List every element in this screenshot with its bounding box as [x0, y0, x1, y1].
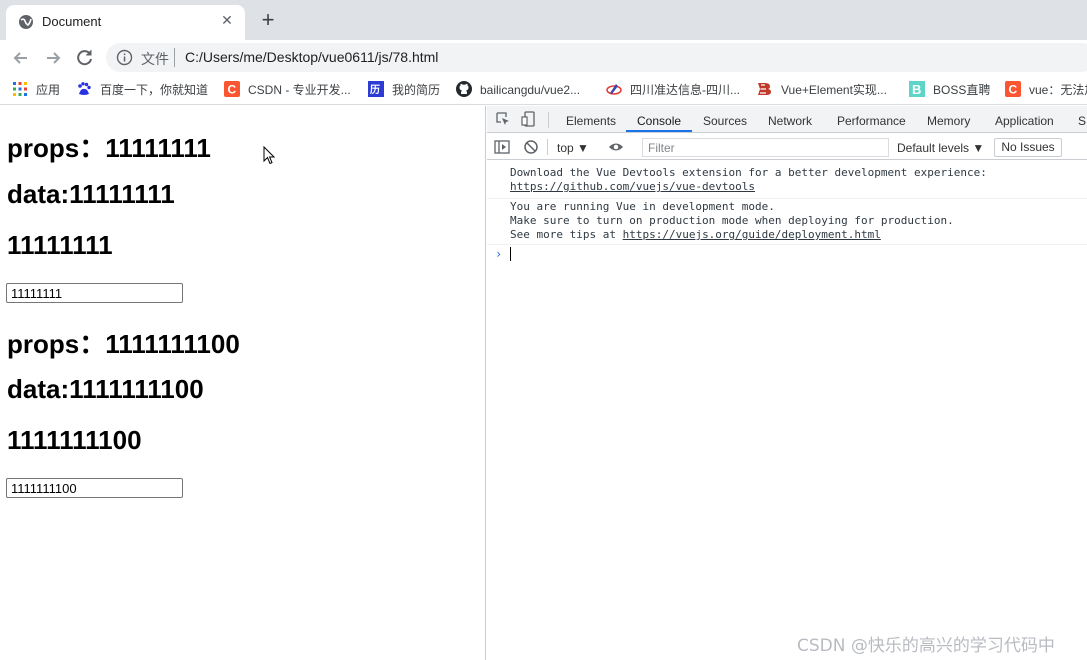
zhunda-icon	[606, 84, 622, 95]
message-text: Make sure to turn on production mode whe…	[510, 214, 954, 227]
issues-button[interactable]: No Issues	[994, 138, 1062, 157]
message-text: See more tips at https://vuejs.org/guide…	[510, 228, 881, 241]
svg-text:C: C	[228, 83, 237, 97]
tab-application[interactable]: Application	[995, 114, 1054, 128]
csdn-c-icon: C	[1005, 81, 1021, 97]
context-selector[interactable]: top ▼	[557, 141, 589, 155]
console-toolbar: top ▼ Filter Default levels ▼ No Issues	[487, 134, 1087, 160]
value-input-1[interactable]	[6, 283, 183, 303]
log-levels-dropdown[interactable]: Default levels ▼	[897, 141, 984, 155]
tab-performance[interactable]: Performance	[837, 114, 906, 128]
tab-title: Document	[42, 14, 102, 29]
data-heading-1: data:11111111	[7, 179, 175, 209]
console-prompt-icon: ›	[495, 247, 503, 261]
props-heading-1: props：11111111	[7, 133, 211, 163]
baidu-paw-icon	[78, 82, 91, 95]
csdn-c-icon: C	[224, 81, 240, 97]
message-link[interactable]: https://github.com/vuejs/vue-devtools	[510, 180, 1087, 194]
new-tab-button[interactable]: +	[256, 9, 280, 33]
sidebar-toggle-icon[interactable]	[494, 139, 510, 155]
tab-strip: Document ✕ +	[0, 0, 1087, 40]
value-heading-1: 11111111	[7, 230, 113, 260]
message-link[interactable]: https://vuejs.org/guide/deployment.html	[623, 228, 881, 241]
inspect-element-icon[interactable]	[495, 111, 511, 127]
bookmark-boss[interactable]: B BOSS直聘	[909, 81, 990, 99]
bookmark-csdn[interactable]: C CSDN - 专业开发...	[224, 81, 351, 99]
boss-b-icon: B	[909, 81, 925, 97]
browser-toolbar: 文件 C:/Users/me/Desktop/vue0611/js/78.htm…	[0, 40, 1087, 75]
tab-network[interactable]: Network	[768, 114, 812, 128]
resume-icon: 历	[368, 81, 384, 97]
console-message: You are running Vue in development mode.…	[487, 200, 1087, 245]
value-heading-2: 1111111100	[7, 425, 142, 455]
back-arrow-icon[interactable]	[8, 45, 34, 71]
bookmark-baidu[interactable]: 百度一下，你就知道	[76, 81, 208, 99]
console-filter-input[interactable]: Filter	[642, 138, 889, 157]
tab-console[interactable]: Console	[637, 114, 681, 128]
bookmarks-bar: 应用 百度一下，你就知道 C CSDN - 专业开发... 历 我的简历 bai…	[0, 75, 1087, 105]
globe-icon	[19, 15, 33, 29]
bookmark-apps[interactable]: 应用	[12, 81, 60, 99]
vue-element-icon	[758, 83, 771, 95]
devtools-tab-bar: Elements Console Sources Network Perform…	[487, 106, 1087, 133]
apps-grid-icon	[13, 82, 27, 96]
bookmark-zhunda[interactable]: 四川准达信息-四川...	[606, 81, 740, 99]
bookmark-github[interactable]: bailicangdu/vue2...	[456, 81, 580, 99]
data-heading-2: data:1111111100	[7, 374, 204, 404]
props-heading-2: props：1111111100	[7, 329, 240, 359]
forward-arrow-icon[interactable]	[40, 45, 66, 71]
svg-text:B: B	[912, 82, 921, 97]
tab-overflow[interactable]: S	[1078, 114, 1086, 128]
tab-document[interactable]: Document ✕	[6, 5, 245, 40]
device-toggle-icon[interactable]	[521, 111, 537, 127]
toolbar-divider	[548, 112, 549, 128]
reload-icon[interactable]	[72, 45, 98, 71]
mouse-pointer-icon	[263, 146, 275, 165]
info-icon[interactable]	[116, 49, 133, 66]
clear-console-icon[interactable]	[523, 139, 539, 155]
devtools-panel: Elements Console Sources Network Perform…	[487, 106, 1087, 660]
url-text[interactable]: C:/Users/me/Desktop/vue0611/js/78.html	[185, 49, 438, 65]
svg-text:C: C	[1009, 83, 1018, 97]
console-message: Download the Vue Devtools extension for …	[487, 166, 1087, 199]
github-icon	[456, 81, 472, 97]
bookmark-resume[interactable]: 历 我的简历	[368, 81, 440, 99]
console-divider	[547, 139, 548, 155]
message-text: You are running Vue in development mode.	[510, 200, 775, 213]
active-tab-indicator	[626, 130, 692, 132]
close-icon[interactable]: ✕	[217, 10, 237, 30]
eye-icon[interactable]	[608, 139, 624, 155]
watermark: CSDN @快乐的高兴的学习代码中	[797, 636, 1055, 656]
bookmark-vue-element[interactable]: Vue+Element实现...	[757, 81, 887, 99]
message-text: Download the Vue Devtools extension for …	[510, 166, 987, 179]
page-viewport: props：11111111 data:11111111 11111111 pr…	[0, 106, 486, 660]
tab-memory[interactable]: Memory	[927, 114, 970, 128]
tab-elements[interactable]: Elements	[566, 114, 616, 128]
address-bar[interactable]: 文件 C:/Users/me/Desktop/vue0611/js/78.htm…	[106, 43, 1087, 72]
tab-sources[interactable]: Sources	[703, 114, 747, 128]
file-chip: 文件	[141, 51, 169, 67]
svg-text:历: 历	[370, 84, 380, 96]
omnibox-divider	[174, 48, 175, 67]
console-input[interactable]	[510, 247, 511, 261]
bookmark-vue-issue[interactable]: C vue：无法加	[1005, 81, 1087, 99]
value-input-2[interactable]	[6, 478, 183, 498]
